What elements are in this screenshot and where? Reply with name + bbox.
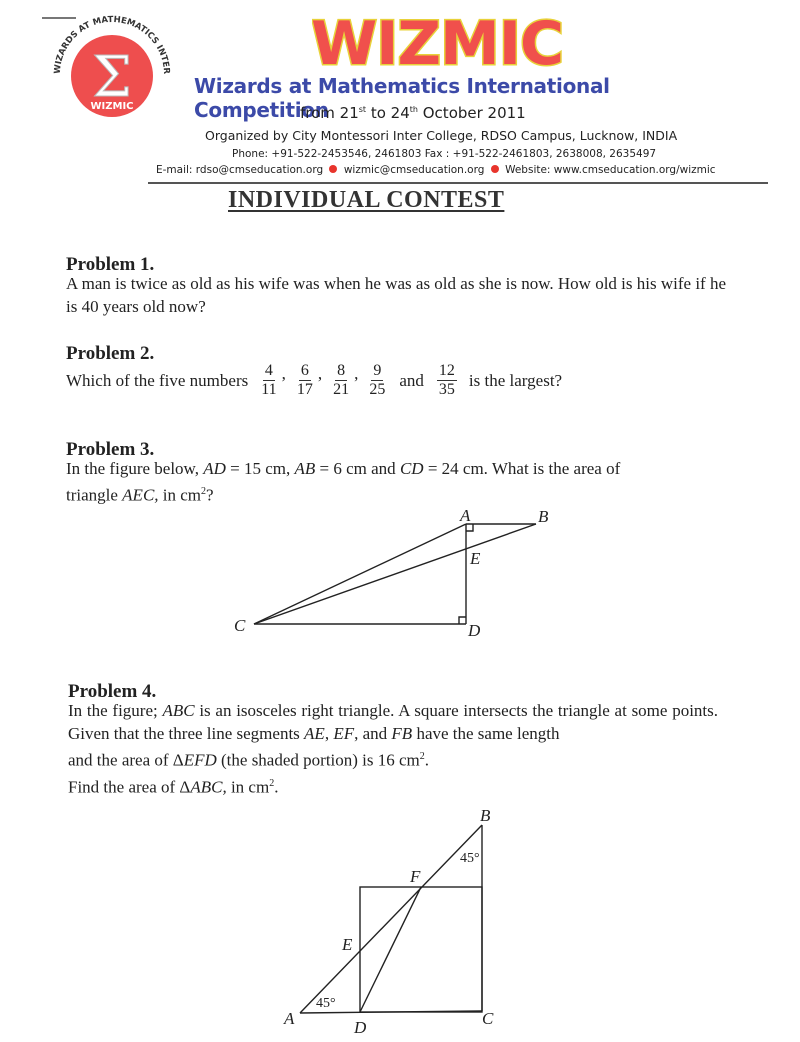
problem-4-text: In the figure; ABC is an isosceles right… [68,701,719,797]
problem-2-and: and [399,371,424,390]
segment-DF [359,886,422,1013]
competition-dates: from 21st to 24th October 2011 [300,104,600,122]
square [359,886,483,1013]
label-B: B [538,507,549,526]
problem-2-prefix: Which of the five numbers [66,371,249,390]
contest-title: INDIVIDUAL CONTEST [228,187,505,213]
wizmic-wordmark: WIZMIC [312,10,562,72]
segment-AB [299,824,483,1014]
organizer-line: Organized by City Montessori Inter Colle… [205,128,678,143]
label-E: E [469,549,481,568]
problem-2-text: Which of the five numbers 4 11, 6 17, 8 21,… [66,362,563,398]
dates-month-year: October 2011 [417,104,526,122]
problem-1-text: A man is twice as old as his wife was wh… [66,274,726,316]
fraction: 4 11 [261,362,277,398]
label-A: A [459,506,471,525]
label-D: D [467,621,481,640]
header-divider [148,182,768,184]
contact-line: E-mail: rdso@cmseducation.org wizmic@cms… [156,164,756,176]
dates-end: to 24 [366,104,410,122]
segment-CB [253,523,537,625]
dates-start: from 21 [300,104,359,122]
right-angle-D-icon [458,616,466,624]
wizmic-title: WIZMIC [309,8,565,81]
right-angle-A-icon [466,524,474,532]
fraction: 12 35 [436,362,457,398]
bullet-icon [490,165,499,173]
dates-start-sup: st [358,105,367,114]
logo-badge: WIZMIC [90,101,133,112]
phone-line: Phone: +91-522-2453546, 2461803 Fax : +9… [232,148,657,160]
label-C: C [234,616,246,635]
fraction: 8 21 [333,362,350,398]
label-E: E [341,935,353,954]
wizmic-logo: WIZARDS AT MATHEMATICS INTERNATIONAL COM… [36,5,180,132]
problem-2-suffix: is the largest? [468,371,563,390]
segment-CA [253,523,467,625]
bullet-icon [329,165,338,173]
problem-3-figure: A B E C D [234,506,549,640]
angle-B-label: 45° [460,851,480,866]
fraction: 6 17 [296,362,313,398]
label-D: D [353,1018,367,1037]
label-B: B [480,806,491,825]
label-C: C [482,1009,494,1028]
email-wizmic[interactable]: wizmic@cmseducation.org [344,164,485,176]
website-link[interactable]: Website: www.cmseducation.org/wizmic [505,164,715,176]
logo-emblem-icon: WIZARDS AT MATHEMATICS INTERNATIONAL COM… [36,5,171,117]
problem-4-figure: B 45° F E 45° A D C [283,806,494,1037]
dates-end-sup: th [409,105,418,114]
fraction: 9 25 [369,362,386,398]
label-F: F [409,867,421,886]
angle-A-label: 45° [316,996,336,1011]
email-rdso[interactable]: E-mail: rdso@cmseducation.org [156,164,323,176]
label-A: A [283,1009,295,1028]
